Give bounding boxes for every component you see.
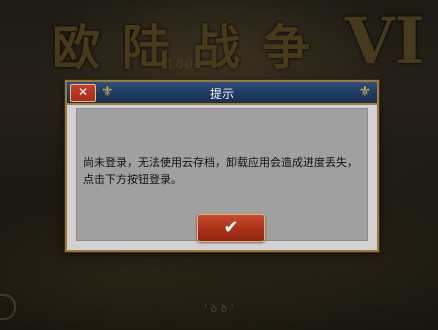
dialog-header: ✕ ⚜ 提示 ⚜ [67,82,377,105]
checkmark-icon: ✔ [223,217,239,238]
login-prompt-dialog: ✕ ⚜ 提示 ⚜ 尚未登录，无法使用云存档，卸载应用会造成进度丢失，点击下方按钮… [65,80,379,252]
dialog-message: 尚未登录，无法使用云存档，卸载应用会造成进度丢失，点击下方按钮登录。 [83,156,358,186]
dialog-body: 尚未登录，无法使用云存档，卸载应用会造成进度丢失，点击下方按钮登录。 ✔ [76,108,368,242]
dialog-title: 提示 [209,87,234,101]
confirm-button[interactable]: ✔ [197,214,265,242]
fleur-de-lis-icon: ⚜ [358,84,371,100]
